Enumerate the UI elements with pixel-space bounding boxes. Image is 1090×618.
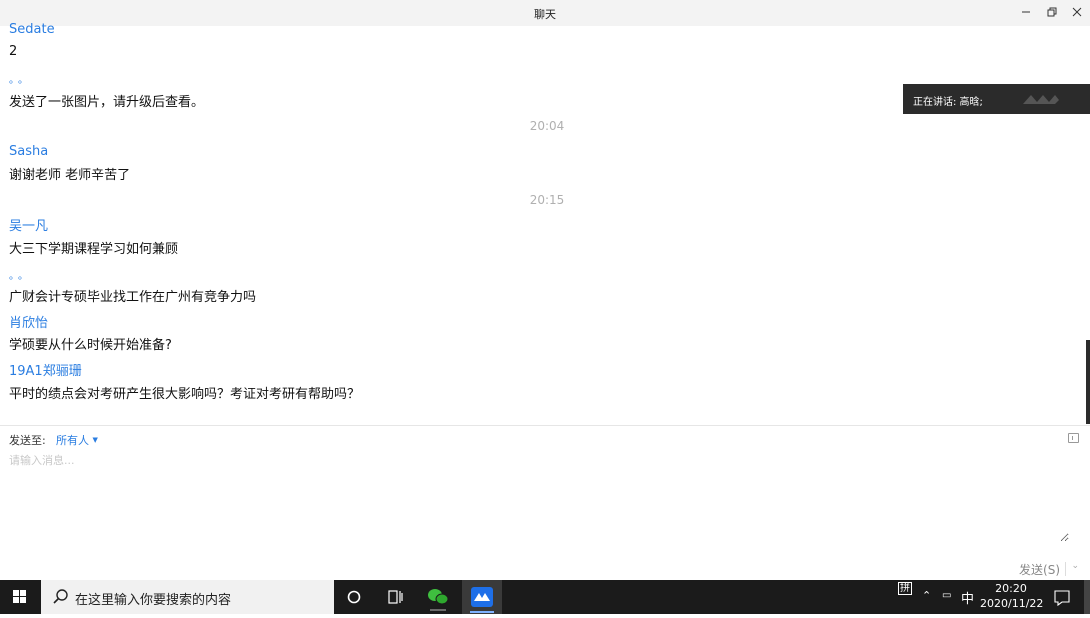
notification-button[interactable] — [1048, 580, 1076, 614]
message-sender: Sedate — [9, 22, 55, 37]
message-text: 广财会计专硕毕业找工作在广州有竞争力吗 — [9, 290, 257, 305]
clock-date[interactable]: 2020/11/22 — [980, 597, 1043, 610]
message-text: 谢谢老师 老师辛苦了 — [9, 168, 131, 183]
minimize-icon — [1022, 11, 1030, 13]
send-separator — [1065, 562, 1066, 576]
tray-chevron-up-icon[interactable]: ⌃ — [922, 589, 931, 602]
send-to-label: 发送至: — [9, 434, 46, 447]
wechat-icon — [428, 589, 449, 611]
send-button[interactable]: 发送(S) — [1019, 561, 1060, 578]
clock-time[interactable]: 20:20 — [982, 582, 1040, 595]
message-sender: 。。 — [9, 75, 32, 86]
message-timestamp: 20:15 — [529, 193, 565, 207]
task-view-icon — [388, 590, 403, 604]
message-sender: 。。 — [9, 271, 32, 282]
speaking-text: 正在讲话: 高晗; — [913, 97, 983, 108]
dropdown-arrow-icon: ▼ — [92, 436, 98, 444]
send-to-value: 所有人 — [56, 434, 89, 447]
search-icon — [53, 589, 68, 604]
windows-taskbar: 在这里输入你要搜索的内容 拼 ⌃ ▭ 中 20:20 2020/11/22 — [0, 580, 1090, 614]
chat-window: 聊天 Sedate 2 。。 发送了一张图片，请升级后查看。 20:04 Sas… — [0, 0, 1090, 580]
send-to-dropdown[interactable]: 所有人 ▼ — [56, 432, 98, 448]
tencent-meeting-icon — [470, 587, 494, 613]
compose-divider — [0, 425, 1090, 426]
cortana-circle-icon — [347, 590, 361, 604]
chat-scrollbar[interactable] — [1086, 340, 1090, 424]
message-input[interactable] — [9, 452, 1069, 542]
tencent-meeting-taskbar-button[interactable] — [462, 580, 502, 614]
expand-icon[interactable] — [1068, 433, 1079, 443]
language-indicator[interactable]: 中 — [961, 588, 974, 607]
message-sender: 19A1郑骊珊 — [9, 364, 82, 379]
ime-indicator[interactable]: 拼 — [898, 582, 912, 595]
wechat-taskbar-button[interactable] — [418, 580, 458, 614]
message-sender: 吴一凡 — [9, 219, 49, 234]
message-sender: 肖欣怡 — [9, 316, 49, 331]
show-desktop-button[interactable] — [1084, 580, 1090, 614]
message-sender: Sasha — [9, 144, 49, 159]
message-text: 学硕要从什么时候开始准备? — [9, 338, 172, 353]
message-text: 2 — [9, 44, 18, 59]
app-logo-icon — [1023, 95, 1059, 104]
notification-icon — [1054, 590, 1070, 607]
message-text: 平时的绩点会对考研产生很大影响吗？考证对考研有帮助吗？ — [9, 387, 361, 402]
battery-icon[interactable]: ▭ — [942, 590, 951, 601]
message-text: 大三下学期课程学习如何兼顾 — [9, 242, 179, 257]
message-text: 发送了一张图片，请升级后查看。 — [9, 95, 205, 110]
start-button[interactable] — [0, 580, 40, 614]
task-view-button[interactable] — [375, 580, 415, 614]
send-options-chevron-icon[interactable]: ⌄ — [1071, 561, 1079, 571]
taskbar-search-box[interactable]: 在这里输入你要搜索的内容 — [41, 580, 334, 614]
message-timestamp: 20:04 — [529, 119, 565, 133]
restore-icon — [1047, 7, 1057, 17]
speaking-indicator: 正在讲话: 高晗; — [903, 84, 1090, 114]
windows-logo-icon — [13, 590, 26, 603]
close-icon — [1072, 7, 1082, 17]
search-placeholder: 在这里输入你要搜索的内容 — [75, 593, 232, 608]
chat-messages[interactable]: Sedate 2 。。 发送了一张图片，请升级后查看。 20:04 Sasha … — [0, 20, 1086, 424]
cortana-button[interactable] — [334, 580, 374, 614]
